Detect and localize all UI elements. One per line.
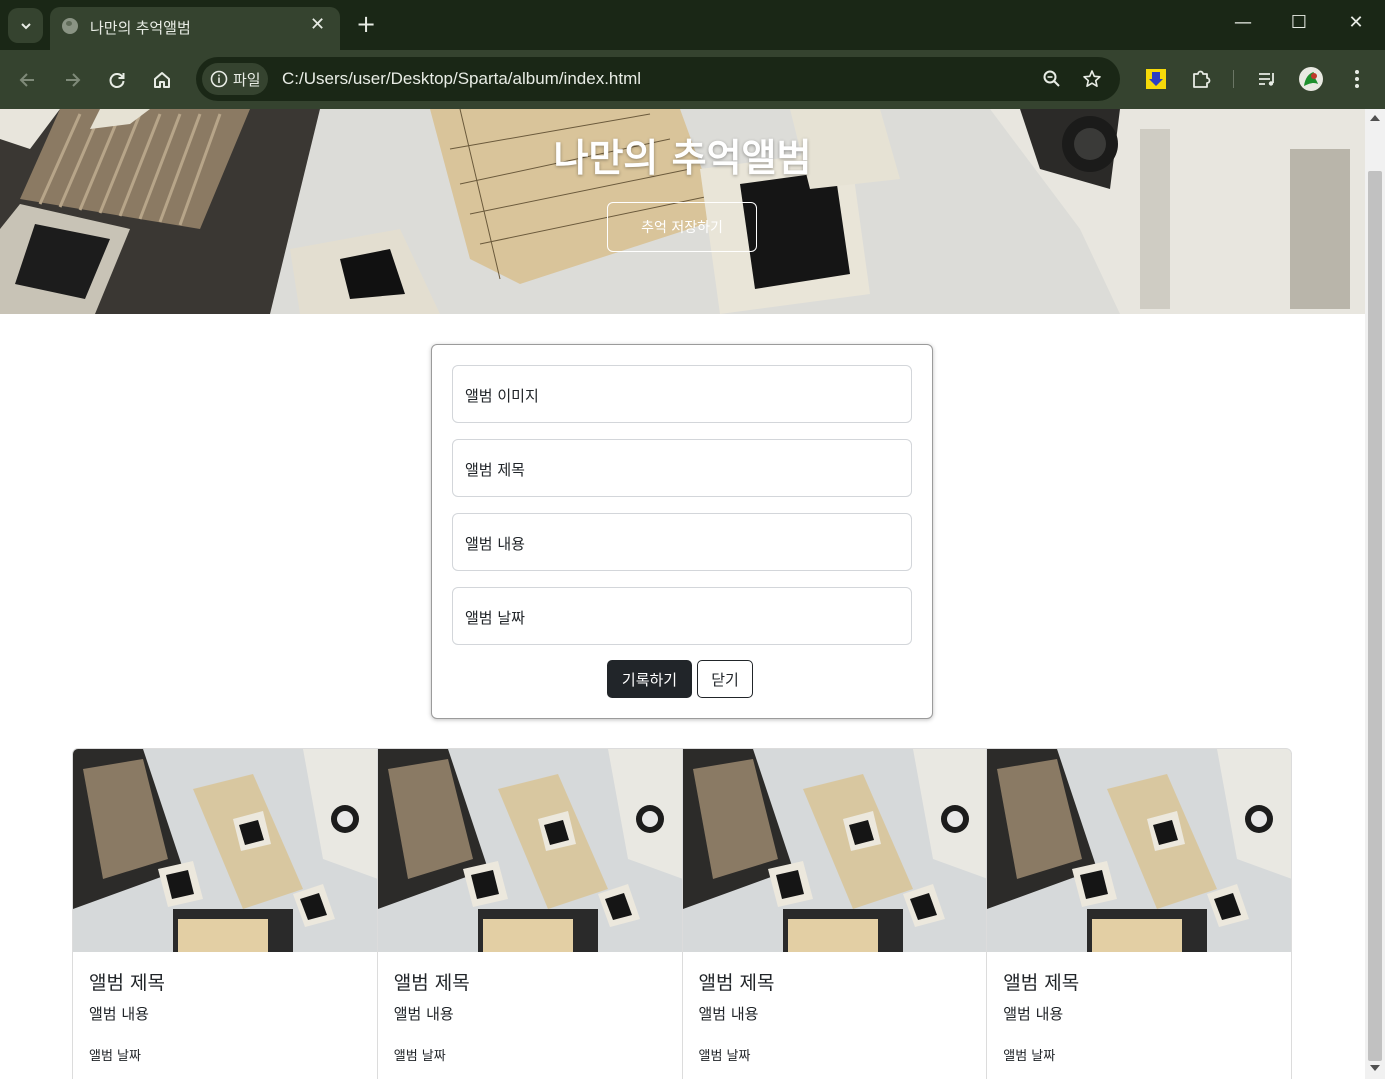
address-bar[interactable]: 파일 C:/Users/user/Desktop/Sparta/album/in… <box>196 57 1120 101</box>
close-button[interactable]: 닫기 <box>697 660 753 698</box>
album-card-image <box>987 749 1291 952</box>
album-card-image <box>377 749 682 952</box>
media-controls-icon <box>1259 73 1274 86</box>
page-scrollbar[interactable] <box>1365 109 1385 1079</box>
close-window-button[interactable]: ✕ <box>1342 12 1370 33</box>
album-image-field[interactable]: 앨범 이미지 <box>452 365 912 423</box>
extensions-button[interactable] <box>1188 66 1214 92</box>
site-chip-label: 파일 <box>233 71 261 89</box>
card-text: 앨범 내용 <box>698 1005 759 1023</box>
card-title: 앨범 제목 <box>698 972 775 994</box>
scroll-up-arrow-icon[interactable] <box>1370 115 1380 121</box>
home-button[interactable] <box>148 66 176 94</box>
zoom-icon <box>1043 70 1060 87</box>
profile-button[interactable] <box>1298 66 1324 92</box>
forward-arrow-icon <box>66 73 81 87</box>
record-button[interactable]: 기록하기 <box>607 660 692 698</box>
page-viewport: 나만의 추억앨범 추억 저장하기 앨범 이미지 앨범 제목 앨범 내용 앨범 날… <box>0 109 1365 1079</box>
tab-close-icon[interactable]: ✕ <box>310 14 325 35</box>
minimize-button[interactable]: — <box>1229 12 1257 33</box>
album-date-label: 앨범 날짜 <box>465 609 525 627</box>
card-date: 앨범 날짜 <box>698 1049 751 1064</box>
star-icon <box>1083 70 1101 87</box>
zoom-button[interactable] <box>1040 67 1064 91</box>
info-icon <box>210 70 228 88</box>
album-title-field[interactable]: 앨범 제목 <box>452 439 912 497</box>
tab-search-button[interactable] <box>8 8 43 43</box>
album-card-image <box>682 749 987 952</box>
card-date: 앨범 날짜 <box>1003 1049 1056 1064</box>
active-tab[interactable]: 나만의 추억앨범 ✕ <box>50 7 340 50</box>
site-info-chip[interactable]: 파일 <box>202 63 268 95</box>
profile-avatar-icon <box>1299 67 1323 91</box>
globe-icon <box>62 18 78 34</box>
toolbar-divider <box>1233 70 1234 88</box>
scroll-down-arrow-icon[interactable] <box>1370 1065 1380 1071</box>
bookmark-button[interactable] <box>1080 67 1104 91</box>
scroll-thumb[interactable] <box>1368 171 1382 1061</box>
hero-title: 나만의 추억앨범 <box>553 136 812 180</box>
kebab-menu-icon <box>1355 70 1359 88</box>
chevron-down-icon <box>20 22 31 29</box>
puzzle-extensions-icon <box>1193 70 1211 88</box>
download-extension-icon <box>1146 69 1166 89</box>
back-button[interactable] <box>14 66 42 94</box>
tab-bar: 나만의 추억앨범 ✕ + — ☐ ✕ <box>0 0 1385 50</box>
card-text: 앨범 내용 <box>1003 1005 1064 1023</box>
download-extension-button[interactable] <box>1143 66 1169 92</box>
album-date-field[interactable]: 앨범 날짜 <box>452 587 912 645</box>
card-title: 앨범 제목 <box>1003 972 1080 994</box>
media-controls-button[interactable] <box>1254 66 1280 92</box>
tab-title: 나만의 추억앨범 <box>90 20 191 37</box>
album-card[interactable]: 앨범 제목 앨범 내용 앨범 날짜 <box>377 749 683 1079</box>
card-title: 앨범 제목 <box>393 972 470 994</box>
url-text[interactable]: C:/Users/user/Desktop/Sparta/album/index… <box>282 69 641 89</box>
album-content-label: 앨범 내용 <box>465 535 525 553</box>
album-card[interactable]: 앨범 제목 앨범 내용 앨범 날짜 <box>73 749 378 1079</box>
hero-banner: 나만의 추억앨범 추억 저장하기 <box>0 109 1365 314</box>
album-image-label: 앨범 이미지 <box>465 387 539 405</box>
album-form: 앨범 이미지 앨범 제목 앨범 내용 앨범 날짜 기록하기 닫기 <box>431 344 933 719</box>
card-date: 앨범 날짜 <box>89 1049 141 1064</box>
album-title-label: 앨범 제목 <box>465 461 525 479</box>
album-card[interactable]: 앨범 제목 앨범 내용 앨범 날짜 <box>682 749 988 1079</box>
save-memory-button[interactable]: 추억 저장하기 <box>607 202 757 252</box>
browser-toolbar: 파일 C:/Users/user/Desktop/Sparta/album/in… <box>0 50 1385 109</box>
forward-button[interactable] <box>58 66 86 94</box>
new-tab-button[interactable]: + <box>352 10 380 38</box>
maximize-button[interactable]: ☐ <box>1285 12 1313 33</box>
album-card-list: 앨범 제목 앨범 내용 앨범 날짜 앨범 제목 앨범 내용 앨범 날짜 앨범 제… <box>72 748 1292 1079</box>
home-icon <box>154 72 170 88</box>
card-title: 앨범 제목 <box>89 972 165 994</box>
card-date: 앨범 날짜 <box>393 1049 446 1064</box>
album-content-field[interactable]: 앨범 내용 <box>452 513 912 571</box>
menu-button[interactable] <box>1344 66 1370 92</box>
reload-icon <box>109 73 125 88</box>
card-text: 앨범 내용 <box>393 1005 454 1023</box>
reload-button[interactable] <box>103 66 131 94</box>
back-arrow-icon <box>19 73 34 87</box>
album-card[interactable]: 앨범 제목 앨범 내용 앨범 날짜 <box>987 749 1291 1079</box>
album-card-image <box>73 749 377 952</box>
card-text: 앨범 내용 <box>89 1005 149 1023</box>
